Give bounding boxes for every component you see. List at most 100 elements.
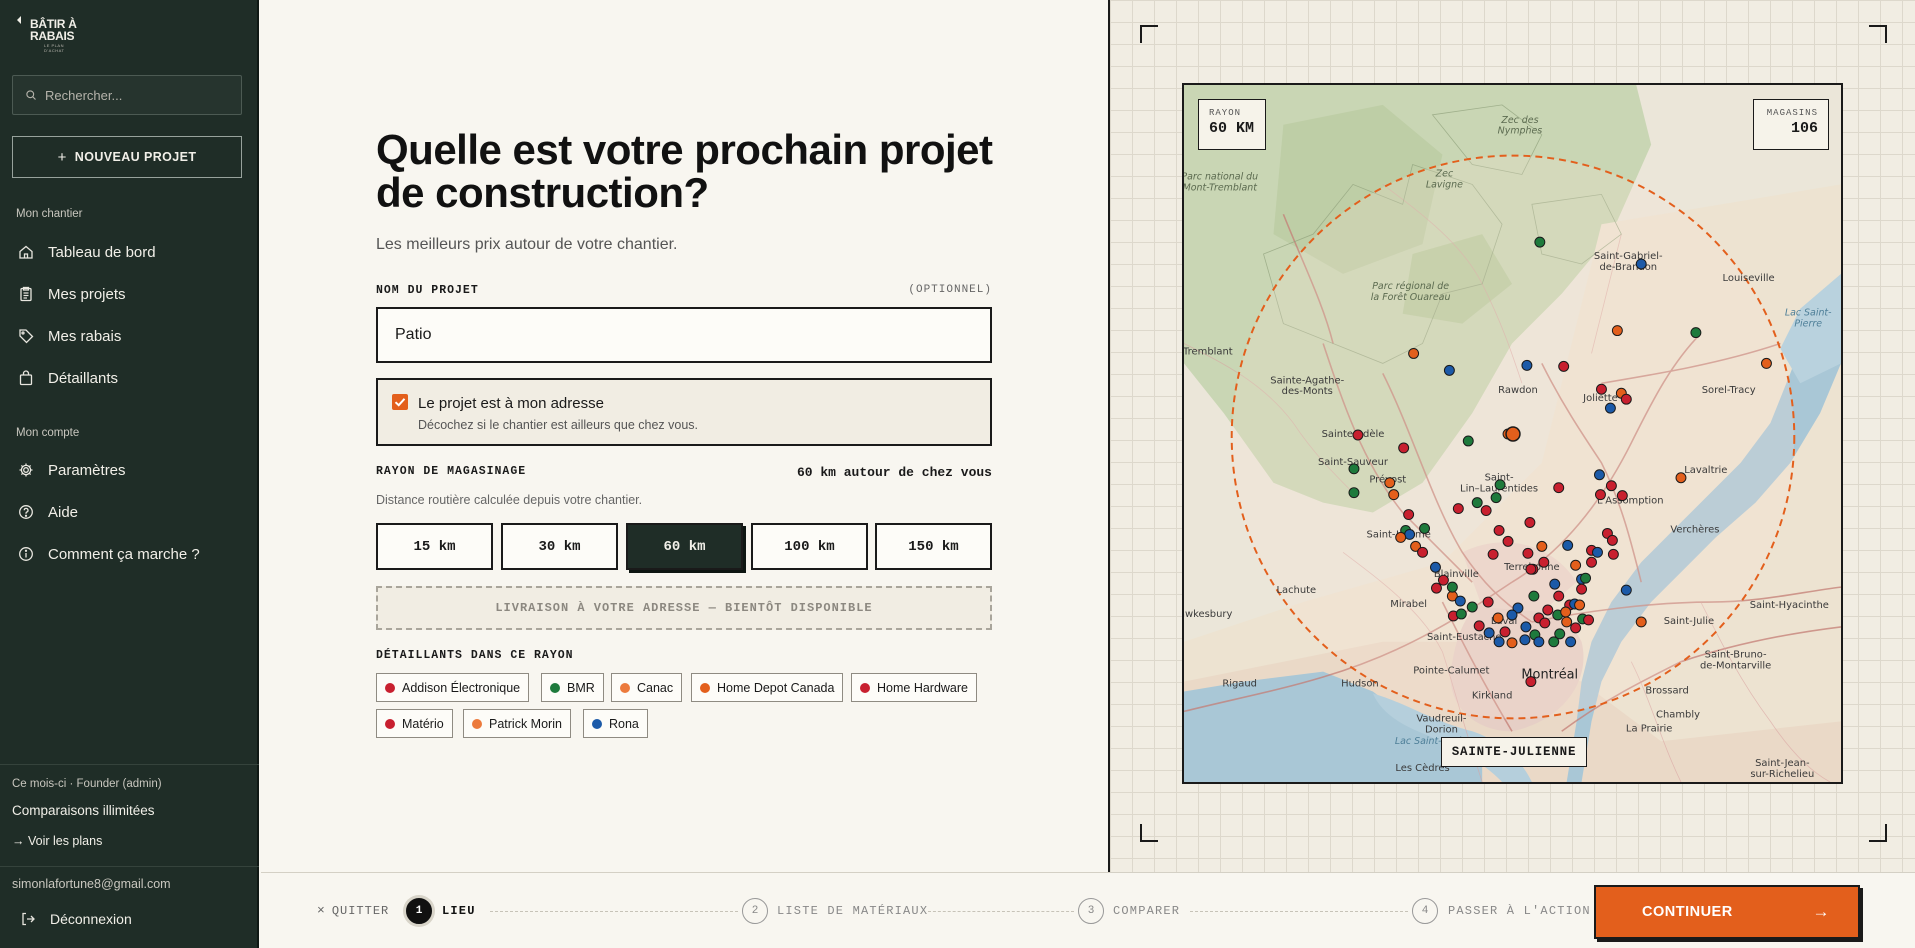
project-name-input[interactable]: Patio [376, 307, 992, 363]
store-marker[interactable] [1570, 559, 1582, 571]
store-marker[interactable] [1499, 626, 1511, 638]
store-marker[interactable] [1462, 435, 1474, 447]
radius-option-30[interactable]: 30 km [501, 523, 618, 570]
sidebar-item-help[interactable]: Aide [18, 500, 78, 524]
store-marker[interactable] [1525, 676, 1537, 688]
retailer-chip[interactable]: BMR [541, 673, 604, 702]
store-marker[interactable] [1560, 606, 1572, 618]
store-marker[interactable] [1483, 627, 1495, 639]
store-marker[interactable] [1506, 637, 1518, 649]
store-marker[interactable] [1352, 429, 1364, 441]
store-marker[interactable] [1493, 524, 1505, 536]
store-marker[interactable] [1562, 539, 1574, 551]
store-marker[interactable] [1494, 479, 1506, 491]
step-1-label[interactable]: LIEU [442, 904, 476, 918]
radius-option-60[interactable]: 60 km [626, 523, 743, 570]
retailer-chip[interactable]: Home Hardware [851, 673, 978, 702]
store-marker[interactable] [1538, 556, 1550, 568]
store-marker[interactable] [1558, 360, 1570, 372]
store-marker[interactable] [1583, 614, 1595, 626]
store-marker[interactable] [1471, 497, 1483, 509]
store-marker[interactable] [1430, 582, 1442, 594]
store-marker[interactable] [1635, 258, 1647, 270]
store-marker[interactable] [1437, 574, 1449, 586]
store-marker[interactable] [1443, 364, 1455, 376]
store-marker[interactable] [1592, 546, 1603, 558]
store-marker[interactable] [1403, 509, 1415, 521]
map[interactable]: Zec des Nymphes Parc national du Mont-Tremb… [1182, 83, 1843, 784]
store-marker[interactable] [1553, 482, 1565, 494]
step-2-label[interactable]: LISTE DE MATÉRIAUX [777, 904, 928, 918]
store-marker[interactable] [1398, 442, 1410, 454]
map-canvas[interactable]: Zec des Nymphes Parc national du Mont-Tremb… [1184, 85, 1841, 782]
store-marker[interactable] [1586, 556, 1597, 568]
sidebar-item-how-it-works[interactable]: Comment ça marche ? [18, 542, 200, 566]
store-marker[interactable] [1548, 636, 1560, 648]
store-marker[interactable] [1574, 599, 1586, 611]
store-marker[interactable] [1454, 595, 1466, 607]
new-project-button[interactable]: + NOUVEAU PROJET [12, 136, 242, 178]
store-marker[interactable] [1570, 622, 1582, 634]
retailer-chip[interactable]: Patrick Morin [463, 709, 571, 738]
store-marker[interactable] [1524, 517, 1536, 528]
quit-button[interactable]: × QUITTER [317, 903, 389, 918]
store-marker[interactable] [1384, 477, 1396, 489]
store-marker[interactable] [1404, 528, 1416, 540]
store-marker[interactable] [1533, 636, 1545, 648]
store-marker[interactable] [1594, 469, 1605, 481]
store-marker[interactable] [1536, 540, 1548, 552]
store-marker[interactable] [1521, 359, 1533, 371]
store-marker[interactable] [1455, 608, 1467, 620]
store-marker[interactable] [1542, 604, 1554, 616]
sidebar-item-settings[interactable]: Paramètres [18, 458, 126, 482]
store-marker[interactable] [1519, 634, 1531, 646]
store-marker[interactable] [1482, 596, 1494, 608]
store-marker[interactable] [1635, 616, 1647, 628]
store-marker[interactable] [1620, 393, 1632, 405]
store-marker[interactable] [1525, 563, 1537, 575]
address-checkbox-card[interactable]: Le projet est à mon adresse Décochez si … [376, 378, 992, 446]
store-marker[interactable] [1576, 583, 1588, 595]
store-marker[interactable] [1480, 505, 1492, 517]
view-plans-link[interactable]: → Voir les plans [12, 834, 102, 848]
store-marker[interactable] [1611, 325, 1623, 337]
store-marker[interactable] [1675, 472, 1687, 484]
store-marker[interactable] [1492, 612, 1504, 624]
store-marker[interactable] [1534, 236, 1546, 248]
step-2-circle[interactable]: 2 [742, 898, 768, 924]
store-marker[interactable] [1594, 489, 1606, 501]
store-marker[interactable] [1408, 347, 1420, 359]
store-marker[interactable] [1348, 487, 1360, 499]
store-marker[interactable] [1466, 601, 1478, 613]
retailer-chip[interactable]: Home Depot Canada [691, 673, 844, 702]
store-marker[interactable] [1606, 534, 1618, 546]
store-marker[interactable] [1605, 480, 1617, 492]
store-marker[interactable] [1487, 548, 1499, 560]
store-marker[interactable] [1607, 548, 1619, 560]
store-marker[interactable] [1506, 609, 1518, 621]
store-marker[interactable] [1561, 616, 1573, 628]
store-marker[interactable] [1417, 546, 1429, 558]
store-marker[interactable] [1446, 581, 1458, 593]
store-marker[interactable] [1388, 489, 1400, 501]
store-marker[interactable] [1620, 584, 1632, 596]
store-marker[interactable] [1520, 621, 1532, 633]
store-marker[interactable] [1604, 402, 1616, 414]
step-4-label[interactable]: PASSER À L'ACTION [1448, 904, 1591, 918]
radius-option-15[interactable]: 15 km [376, 523, 493, 570]
retailer-chip[interactable]: Rona [583, 709, 648, 738]
store-marker[interactable] [1348, 463, 1360, 475]
store-marker[interactable] [1490, 492, 1502, 504]
radius-option-150[interactable]: 150 km [875, 523, 992, 570]
radius-option-100[interactable]: 100 km [751, 523, 868, 570]
step-3-label[interactable]: COMPARER [1113, 904, 1180, 918]
store-marker[interactable] [1452, 503, 1464, 515]
retailer-chip[interactable]: Matério [376, 709, 453, 738]
step-1-circle[interactable]: 1 [406, 898, 432, 924]
logo[interactable]: BÂTIR À RABAIS LE PLAN D'ACHAT [17, 16, 80, 53]
store-marker[interactable] [1553, 590, 1565, 602]
step-4-circle[interactable]: 4 [1412, 898, 1438, 924]
store-marker[interactable] [1528, 590, 1540, 602]
store-marker[interactable] [1549, 578, 1561, 590]
store-marker[interactable] [1565, 636, 1577, 648]
